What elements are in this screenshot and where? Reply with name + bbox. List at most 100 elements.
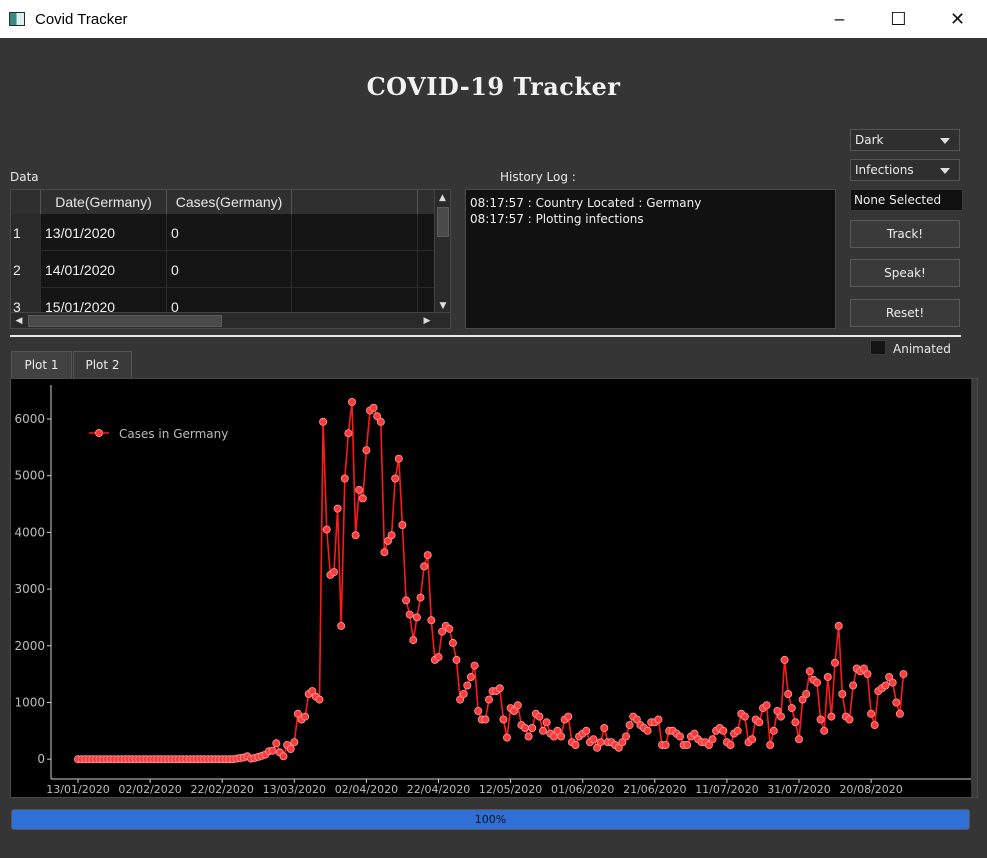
data-point <box>596 738 605 747</box>
theme-select[interactable]: Dark <box>850 129 960 151</box>
log-line: 08:17:57 : Country Located : Germany <box>470 196 702 210</box>
selection-field[interactable]: None Selected <box>850 189 963 211</box>
data-point <box>708 735 717 744</box>
table-row[interactable]: 1 13/01/2020 0 <box>11 214 435 251</box>
speak-button[interactable]: Speak! <box>850 259 960 287</box>
data-point <box>823 672 832 681</box>
data-point <box>445 624 454 633</box>
data-point <box>564 712 573 721</box>
data-point <box>499 715 508 724</box>
scroll-thumb[interactable] <box>437 207 449 237</box>
data-point <box>895 709 904 718</box>
cell-date[interactable]: 14/01/2020 <box>41 251 167 288</box>
reset-button[interactable]: Reset! <box>850 299 960 327</box>
cell-date[interactable]: 13/01/2020 <box>41 214 167 251</box>
maximize-icon[interactable]: ☐ <box>869 0 928 38</box>
history-log-label: History Log : <box>500 170 576 184</box>
data-point <box>474 706 483 715</box>
column-header-cases[interactable]: Cases(Germany) <box>167 190 292 214</box>
y-tick-label: 0 <box>37 752 45 766</box>
data-point <box>470 661 479 670</box>
column-header-date[interactable]: Date(Germany) <box>41 190 167 214</box>
cell-cases[interactable]: 0 <box>167 251 292 288</box>
x-tick-label: 13/01/2020 <box>46 783 109 796</box>
scroll-right-icon[interactable]: ▶ <box>419 313 435 328</box>
metric-select-value: Infections <box>855 163 914 177</box>
data-point <box>347 397 356 406</box>
data-point <box>870 721 879 730</box>
x-tick-label: 20/08/2020 <box>839 783 902 796</box>
y-tick-label: 5000 <box>14 469 45 483</box>
data-point <box>420 562 429 571</box>
data-point <box>279 752 288 761</box>
data-point <box>528 723 537 732</box>
cases-line-chart: 0 1000 2000 3000 4000 5000 6000 13/01/2020 02/02… <box>14 385 973 796</box>
data-point <box>484 695 493 704</box>
data-point <box>351 531 360 540</box>
data-point <box>643 726 652 735</box>
track-button[interactable]: Track! <box>850 220 960 248</box>
tab-plot-2[interactable]: Plot 2 <box>73 351 132 379</box>
table-row[interactable]: 2 14/01/2020 0 <box>11 251 435 288</box>
data-point <box>791 718 800 727</box>
row-index: 1 <box>11 214 41 251</box>
data-point <box>405 610 414 619</box>
plot-scrollbar[interactable] <box>971 379 977 797</box>
data-point <box>726 740 735 749</box>
data-point <box>268 746 277 755</box>
data-point <box>495 684 504 693</box>
close-icon[interactable]: ✕ <box>928 0 987 38</box>
scroll-up-icon[interactable]: ▲ <box>435 190 450 206</box>
cell-cases[interactable]: 0 <box>167 214 292 251</box>
cell-empty <box>292 251 418 288</box>
data-point <box>784 689 793 698</box>
data-point <box>524 732 533 741</box>
progress-text: 100% <box>474 813 507 826</box>
tab-plot-1[interactable]: Plot 1 <box>11 351 72 379</box>
scroll-thumb[interactable] <box>28 315 222 327</box>
animated-checkbox[interactable] <box>870 340 886 355</box>
data-point <box>337 621 346 630</box>
data-point <box>813 678 822 687</box>
data-point <box>459 689 468 698</box>
metric-select[interactable]: Infections <box>850 159 960 181</box>
data-point <box>661 740 670 749</box>
data-point <box>463 681 472 690</box>
data-point <box>409 636 418 645</box>
x-tick-label: 01/06/2020 <box>551 783 614 796</box>
data-point <box>795 735 804 744</box>
y-tick-label: 2000 <box>14 639 45 653</box>
data-table[interactable]: Date(Germany) Cases(Germany) 1 13/01/202… <box>10 189 451 329</box>
column-header-empty <box>292 190 418 214</box>
data-point <box>286 744 295 753</box>
data-point <box>820 726 829 735</box>
data-point <box>827 712 836 721</box>
table-horizontal-scrollbar[interactable]: ◀ ▶ <box>11 312 450 328</box>
data-point <box>625 721 634 730</box>
data-point <box>557 732 566 741</box>
data-point <box>769 726 778 735</box>
data-point <box>863 670 872 679</box>
scroll-left-icon[interactable]: ◀ <box>11 313 27 328</box>
data-point <box>329 568 338 577</box>
row-index: 2 <box>11 251 41 288</box>
table-vertical-scrollbar[interactable]: ▲ ▼ <box>434 190 450 314</box>
legend-marker <box>95 429 104 438</box>
data-point <box>344 429 353 438</box>
data-point <box>362 446 371 455</box>
data-point <box>683 740 692 749</box>
data-point <box>881 681 890 690</box>
data-point <box>452 655 461 664</box>
data-point <box>755 718 764 727</box>
data-point <box>434 653 443 662</box>
app-heading: COVID-19 Tracker <box>366 72 621 101</box>
history-log[interactable]: 08:17:57 : Country Located : Germany 08:… <box>465 189 836 329</box>
data-point <box>355 485 364 494</box>
table-header: Date(Germany) Cases(Germany) <box>11 190 435 214</box>
data-point <box>402 596 411 605</box>
data-point <box>571 740 580 749</box>
y-tick-label: 4000 <box>14 525 45 539</box>
series-line-cases <box>78 401 905 761</box>
minimize-icon[interactable]: ‒ <box>810 0 869 38</box>
x-tick-label: 12/05/2020 <box>479 783 542 796</box>
